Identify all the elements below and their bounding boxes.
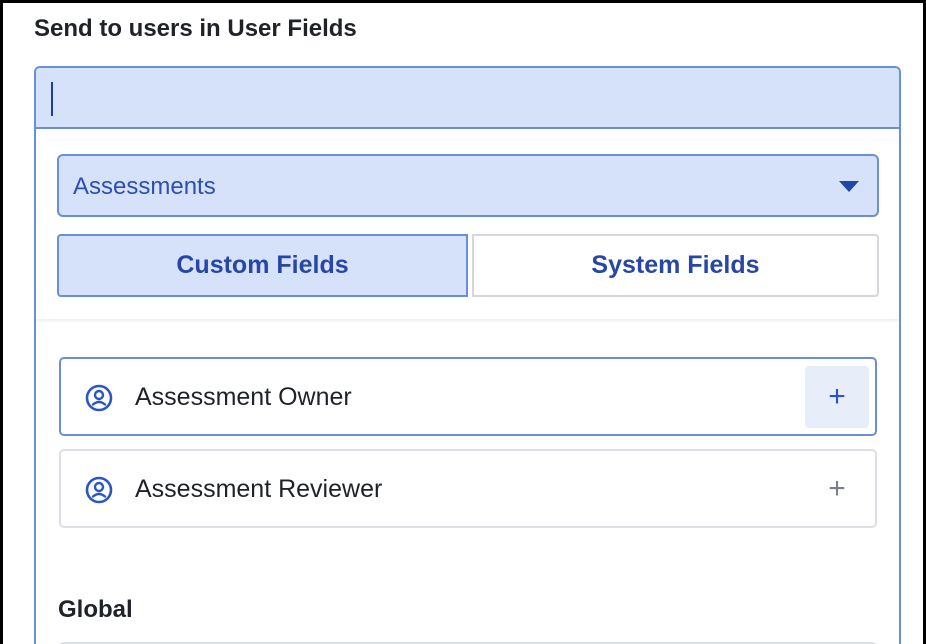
- tab-custom-fields[interactable]: Custom Fields: [57, 234, 468, 297]
- divider: [36, 319, 899, 323]
- user-fields-picker: Send to users in User Fields Assessments…: [0, 0, 926, 644]
- caret-down-icon: [839, 181, 859, 192]
- field-label: Assessment Reviewer: [135, 475, 383, 503]
- search-input[interactable]: [36, 68, 899, 127]
- group-title: Global: [58, 596, 133, 623]
- search-bar[interactable]: [36, 68, 899, 129]
- list-item-assessment-reviewer[interactable]: Assessment Reviewer +: [59, 449, 877, 528]
- tab-system-fields[interactable]: System Fields: [472, 234, 879, 297]
- add-field-button[interactable]: +: [805, 366, 869, 428]
- plus-icon: +: [828, 380, 846, 413]
- text-caret: [51, 82, 53, 116]
- add-field-button[interactable]: +: [805, 458, 869, 520]
- user-circle-icon: [85, 476, 113, 504]
- section-title: Send to users in User Fields: [34, 15, 357, 42]
- object-type-dropdown[interactable]: Assessments: [57, 154, 879, 217]
- dropdown-selected-value: Assessments: [73, 173, 216, 200]
- field-label: Assessment Owner: [135, 383, 352, 411]
- field-type-tabs: Custom Fields System Fields: [57, 234, 879, 297]
- list-item-assessment-owner[interactable]: Assessment Owner +: [59, 357, 877, 436]
- user-circle-icon: [85, 384, 113, 412]
- picker-panel: Assessments Custom Fields System Fields …: [34, 66, 901, 644]
- plus-icon: +: [828, 472, 846, 505]
